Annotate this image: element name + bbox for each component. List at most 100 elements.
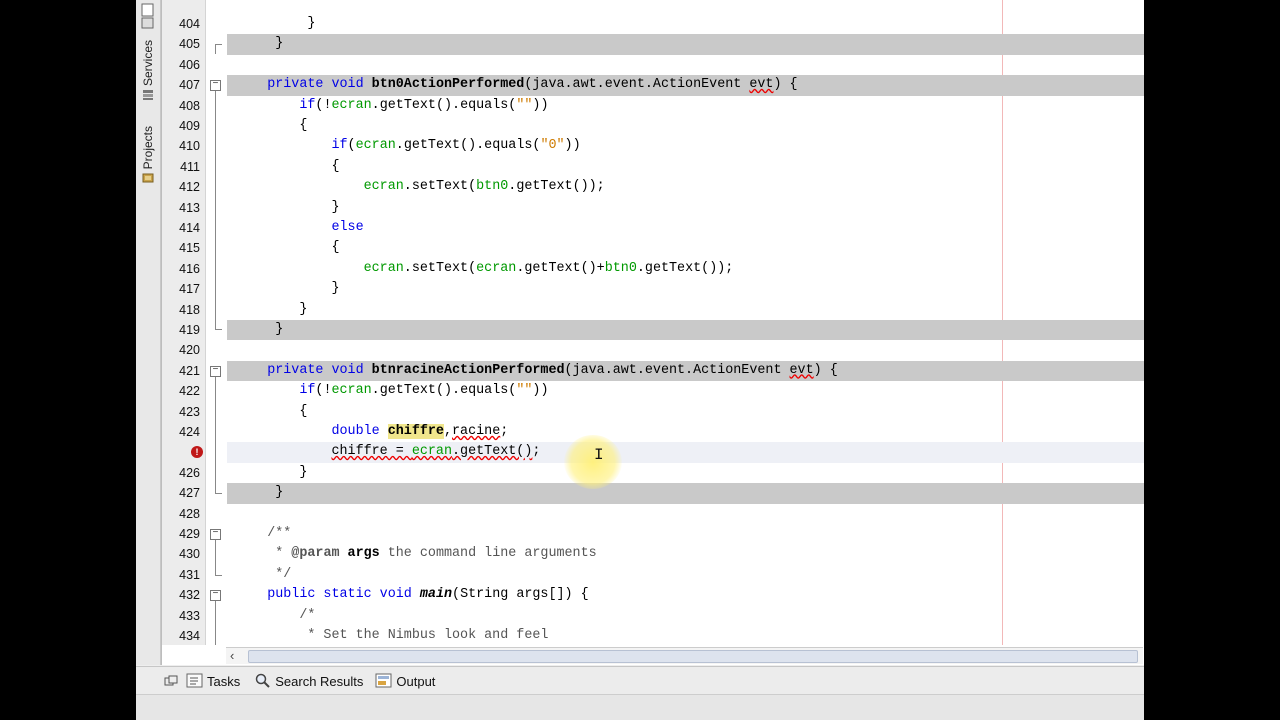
tasks-tab-label: Tasks <box>207 673 241 689</box>
code-line-429[interactable]: /** <box>227 524 1144 544</box>
services-icon <box>143 90 153 101</box>
fold-guide <box>215 601 216 645</box>
scroll-left-icon[interactable]: ‹ <box>230 648 234 664</box>
scrollbar-thumb[interactable] <box>248 650 1138 663</box>
line-number: 419 <box>179 323 200 337</box>
code-line-409[interactable]: { <box>227 116 1144 136</box>
code-line-427[interactable]: } <box>227 483 1144 504</box>
closing-brace: } <box>331 281 340 297</box>
fold-toggle[interactable]: − <box>210 590 221 601</box>
code-line-424[interactable]: double chiffre,racine; <box>227 422 1144 442</box>
open-brace: { <box>331 240 340 256</box>
code-line-434[interactable]: * Set the Nimbus look and feel <box>227 626 1144 645</box>
code-line-421[interactable]: private void btnracineActionPerformed(ja… <box>227 360 1144 382</box>
projects-icon <box>142 173 154 183</box>
code-line-417[interactable]: } <box>227 279 1144 299</box>
fold-end <box>215 493 222 494</box>
line-number: 428 <box>179 506 200 521</box>
fold-toggle[interactable]: − <box>210 366 221 377</box>
horizontal-scrollbar[interactable]: ‹ <box>226 647 1143 664</box>
fold-margin <box>206 0 226 645</box>
comment: * Set the Nimbus look and feel <box>299 628 549 643</box>
fold-toggle[interactable]: − <box>210 529 221 540</box>
open-brace: { <box>299 403 308 419</box>
comment: * <box>267 546 292 562</box>
code-line-404[interactable]: } <box>227 14 1144 34</box>
keyword: double <box>331 424 388 439</box>
field-ref: ecran <box>331 97 372 113</box>
code-line-410[interactable]: if(ecran.getText().equals("0")) <box>227 136 1144 156</box>
line-number: 405 <box>179 37 200 52</box>
fold-toggle[interactable]: − <box>210 80 221 91</box>
line-number: 416 <box>179 261 200 276</box>
code-area[interactable]: } } private void btn0ActionPerformed(jav… <box>227 0 1144 645</box>
code-text: .setText( <box>403 260 477 276</box>
keyword: else <box>331 220 364 235</box>
code-line-408[interactable]: if(!ecran.getText().equals("")) <box>227 96 1144 116</box>
field-ref: ecran <box>355 138 396 154</box>
closing-brace: } <box>299 464 308 480</box>
line-number: 423 <box>179 404 200 419</box>
code-text: ( <box>347 138 356 154</box>
code-line-428[interactable] <box>227 504 1144 524</box>
line-number: 404 <box>179 17 200 31</box>
code-text: , <box>443 424 453 439</box>
restore-window-icon[interactable] <box>164 675 178 687</box>
code-text: )) <box>532 383 549 399</box>
line-number: 407 <box>179 78 200 93</box>
field-ref: btn0 <box>476 179 509 195</box>
code-line-416[interactable]: ecran.setText(ecran.getText()+btn0.getTe… <box>227 259 1144 279</box>
code-editor[interactable]: } } private void btn0ActionPerformed(jav… <box>161 0 1144 665</box>
closing-brace: } <box>275 322 284 337</box>
fold-end <box>215 44 222 45</box>
code-line-411[interactable]: { <box>227 157 1144 177</box>
code-line-420[interactable] <box>227 340 1144 360</box>
files-tab-icon[interactable] <box>140 2 156 30</box>
code-line-426[interactable]: } <box>227 463 1144 483</box>
fold-guide <box>215 44 216 54</box>
code-line-422[interactable]: if(!ecran.getText().equals("")) <box>227 381 1144 401</box>
search-results-tab[interactable]: Search Results <box>254 673 363 689</box>
code-line-423[interactable]: { <box>227 402 1144 422</box>
code-line-432[interactable]: public static void main(String args[]) { <box>227 585 1144 605</box>
services-tab[interactable]: Services <box>139 40 157 101</box>
projects-tab[interactable]: Projects <box>139 126 157 184</box>
line-number: 409 <box>179 119 200 133</box>
keyword: if <box>299 383 316 399</box>
keyword: if <box>299 97 316 113</box>
method-name: btnracineActionPerformed <box>371 362 565 378</box>
variable-name: chiffre <box>331 444 388 460</box>
field-ref: ecran <box>363 260 404 276</box>
code-line-433[interactable]: /* <box>227 606 1144 626</box>
method-name: btn0ActionPerformed <box>371 77 525 93</box>
code-line-415[interactable]: { <box>227 238 1144 258</box>
line-number: 413 <box>179 200 200 215</box>
method-name: main <box>419 587 453 603</box>
code-line-413[interactable]: } <box>227 198 1144 218</box>
code-line-414[interactable]: else <box>227 218 1144 238</box>
fold-guide <box>215 540 216 575</box>
code-text: .getText().equals( <box>371 383 517 399</box>
code-line-430[interactable]: * @param args the command line arguments <box>227 544 1144 564</box>
output-tab[interactable]: Output <box>375 673 435 689</box>
line-number: 415 <box>179 241 200 256</box>
code-line-406[interactable] <box>227 55 1144 75</box>
code-line-407[interactable]: private void btn0ActionPerformed(java.aw… <box>227 75 1144 96</box>
projects-tab-label: Projects <box>141 126 155 170</box>
code-line-412[interactable]: ecran.setText(btn0.getText()); <box>227 177 1144 197</box>
line-number: 417 <box>179 282 200 297</box>
field-ref: ecran <box>331 383 372 399</box>
tasks-tab[interactable]: Tasks <box>186 673 240 689</box>
code-text: .getText().equals( <box>371 97 517 113</box>
variable-occurrence: chiffre <box>387 424 444 439</box>
code-line-419[interactable]: } <box>227 320 1144 341</box>
field-ref: ecran <box>476 260 517 276</box>
code-line-431[interactable]: */ <box>227 565 1144 585</box>
line-number: 412 <box>179 180 200 195</box>
code-text: .getText()); <box>508 179 605 195</box>
code-line-405[interactable]: } <box>227 34 1144 55</box>
code-line-425-current[interactable]: chiffre = ecran.getText(); <box>227 442 1144 463</box>
code-line-418[interactable]: } <box>227 300 1144 320</box>
line-number: 406 <box>179 57 200 72</box>
line-number: 421 <box>179 363 200 378</box>
